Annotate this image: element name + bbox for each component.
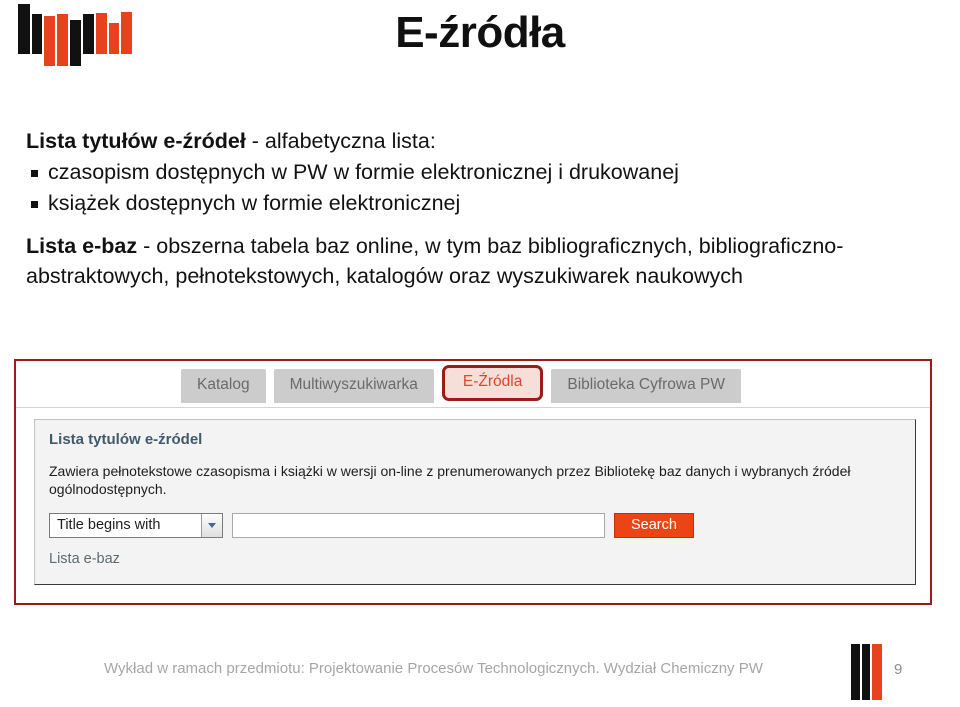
lead-rest-text: - alfabetyczna lista:: [245, 129, 436, 153]
slide-footer: Wykład w ramach przedmiotu: Projektowani…: [0, 644, 960, 700]
embedded-screenshot: Katalog Multiwyszukiwarka E-Źródla Bibli…: [14, 359, 932, 605]
second-bold-text: Lista e-baz: [26, 233, 138, 258]
chevron-down-icon[interactable]: [201, 513, 222, 537]
search-field-select-value: Title begins with: [57, 517, 161, 534]
tab-katalog[interactable]: Katalog: [181, 369, 266, 403]
tab-biblioteka-cyfrowa-pw[interactable]: Biblioteka Cyfrowa PW: [551, 369, 741, 403]
lead-paragraph: Lista tytułów e-źródeł - alfabetyczna li…: [26, 126, 932, 157]
search-button[interactable]: Search: [614, 512, 694, 538]
search-input[interactable]: [232, 512, 605, 538]
tab-multiwyszukiwarka[interactable]: Multiwyszukiwarka: [273, 369, 434, 403]
tab-e-zrodla[interactable]: E-Źródla: [441, 365, 544, 401]
page-title: E-źródła: [395, 8, 565, 57]
slide-header: E-źródła: [0, 0, 960, 95]
bullet-list: czasopism dostępnych w PW w formie elekt…: [26, 157, 932, 219]
lista-e-baz-link[interactable]: Lista e-baz: [49, 551, 901, 567]
screenshot-tabbar: Katalog Multiwyszukiwarka E-Źródla Bibli…: [16, 361, 930, 408]
panel-description: Zawiera pełnotekstowe czasopisma i książ…: [49, 463, 851, 498]
e-resources-panel: Lista tytulów e-źródel Zawiera pełnoteks…: [34, 419, 916, 585]
search-field-select[interactable]: Title begins with: [49, 512, 223, 538]
search-form: Title begins with Search: [49, 512, 901, 538]
footer-logo-mark: [851, 644, 883, 700]
second-rest-text: - obszerna tabela baz online, w tym baz …: [26, 233, 844, 289]
lead-bold-text: Lista tytułów e-źródeł: [26, 129, 246, 153]
footer-text: Wykład w ramach przedmiotu: Projektowani…: [104, 660, 763, 677]
slide-content: Lista tytułów e-źródeł - alfabetyczna li…: [26, 126, 932, 292]
panel-heading: Lista tytulów e-źródel: [49, 431, 203, 448]
tab-list: Katalog Multiwyszukiwarka E-Źródla Bibli…: [181, 365, 741, 403]
page-number: 9: [894, 661, 903, 678]
list-item: czasopism dostępnych w PW w formie elekt…: [26, 157, 932, 188]
second-paragraph: Lista e-baz - obszerna tabela baz online…: [26, 231, 932, 292]
list-item: książek dostępnych w formie elektroniczn…: [26, 188, 932, 219]
